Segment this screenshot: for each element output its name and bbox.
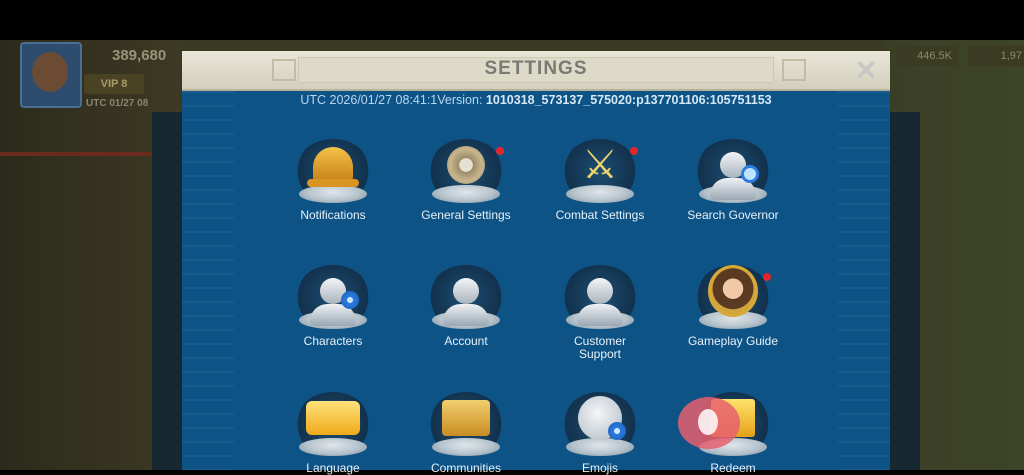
version-value: 1010318_573137_575020:p137701106:1057511… (485, 93, 772, 107)
search-governor-icon (703, 135, 763, 200)
gears-icon (436, 135, 496, 195)
power-value: 389,680 (112, 47, 167, 64)
item-label: Combat Settings (555, 208, 645, 222)
vip-badge[interactable]: VIP 8 (84, 74, 144, 94)
gameplay-guide-icon (703, 261, 763, 321)
item-label: Gameplay Guide (687, 334, 779, 348)
gold-resource[interactable]: 446.5K (896, 46, 958, 66)
account-icon (436, 261, 496, 326)
redeem-gift-icon (703, 388, 763, 448)
settings-window: SETTINGS ✕ UTC 2026/01/27 08:41:1Version… (182, 51, 890, 475)
version-label: Version: (437, 93, 483, 107)
customer-support-icon (570, 261, 630, 326)
bell-icon (303, 135, 363, 195)
notification-badge (763, 273, 771, 281)
close-icon: ✕ (854, 55, 878, 86)
communities-icon (436, 388, 496, 448)
version-info: UTC 2026/01/27 08:41:1Version: 1010318_5… (182, 93, 890, 107)
window-pattern-right (838, 91, 890, 470)
item-label: General Settings (421, 208, 511, 222)
item-label: Characters (303, 334, 363, 348)
notification-badge (630, 147, 638, 155)
player-avatar[interactable] (20, 42, 82, 108)
characters-icon (303, 261, 363, 326)
close-button[interactable]: ✕ (846, 55, 886, 87)
settings-title: SETTINGS (484, 58, 588, 79)
item-label: Redeem (710, 461, 756, 475)
item-label: Notifications (300, 208, 366, 222)
emojis-icon (570, 388, 630, 448)
item-label: Communities (430, 461, 502, 475)
title-bar: SETTINGS ✕ (182, 51, 890, 91)
item-label: Language (306, 461, 360, 475)
utc-timestamp: UTC 2026/01/27 08:41:1 (300, 93, 438, 107)
item-label: Customer Support (573, 334, 626, 361)
language-icon (303, 388, 363, 448)
crossed-swords-icon: ⚔ (582, 143, 618, 187)
avatar-face (32, 52, 68, 92)
item-label: Emojis (581, 461, 618, 475)
gem-resource[interactable]: 1,97 (968, 46, 1024, 66)
background-red-strip (0, 152, 160, 156)
notification-badge (496, 147, 504, 155)
item-label: Search Governor (687, 208, 779, 222)
hud-utc-time: UTC 01/27 08 (86, 98, 149, 109)
window-pattern-left (182, 91, 234, 470)
item-label: Account (444, 334, 488, 348)
